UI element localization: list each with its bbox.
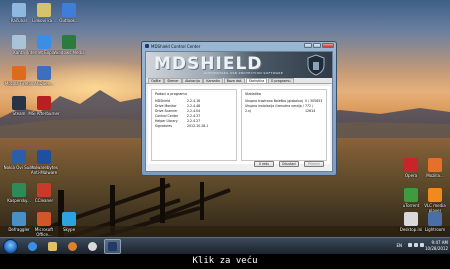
tab[interactable]: Baza dat.	[223, 78, 246, 83]
button-row: U redu Odustani Primeni	[146, 161, 332, 167]
desktop-icon-label: Mozilla...	[426, 173, 444, 178]
taskbar-app[interactable]	[84, 239, 101, 254]
cancel-button[interactable]: Odustani	[279, 161, 299, 167]
app-shortcut-icon	[12, 96, 26, 110]
info-key: Ukupno instalacija (trenutna verzija / 2…	[245, 104, 304, 113]
taskbar-explorer[interactable]	[44, 239, 61, 254]
tray-volume-icon[interactable]	[420, 243, 424, 247]
app-shortcut-icon	[37, 212, 51, 226]
desktop-icon-label: ACDSee...	[34, 81, 54, 86]
banner: MDSHIELD AUTOMATSKA USB PROTECTION SOFTW…	[146, 52, 332, 78]
statistics-pane: Statistika Ukupno trostrano Baleško (glo…	[241, 89, 327, 161]
app-shortcut-icon	[12, 66, 26, 80]
info-row: Ukupno instalacija (trenutna verzija / 2…	[245, 104, 323, 114]
app-shortcut-icon	[62, 35, 76, 49]
desktop-icon[interactable]: Windows Media	[52, 35, 86, 55]
window-controls	[304, 43, 334, 48]
tab[interactable]: Karantin	[203, 78, 224, 83]
language-indicator[interactable]: EN	[396, 243, 402, 248]
tab[interactable]: O programu	[267, 78, 294, 83]
desktop-icon-label: MSI Afterburner	[28, 111, 60, 116]
app-shortcut-icon	[404, 188, 418, 202]
app-shortcut-icon	[37, 183, 51, 197]
app-shortcut-icon	[404, 212, 418, 226]
app-shortcut-icon	[12, 35, 26, 49]
desktop-icon[interactable]: ACDSee...	[27, 66, 61, 86]
tray-flag-icon[interactable]	[408, 243, 412, 247]
app-shortcut-icon	[37, 35, 51, 49]
maximize-button[interactable]	[313, 43, 321, 48]
tab-strip: Opšte Skener Alokacija Karantin Baza dat. Sta…	[146, 78, 332, 84]
content-panes: Podaci o programu MDShield 2.2.4.16 Drive …	[148, 86, 330, 164]
minimize-button[interactable]	[304, 43, 312, 48]
desktop-icon[interactable]: MSI Afterburner	[27, 96, 61, 116]
image-caption[interactable]: Klik za veću	[0, 254, 450, 269]
program-info-pane: Podaci o programu MDShield 2.2.4.16 Drive …	[151, 89, 237, 161]
app-shortcut-icon	[37, 96, 51, 110]
mdshield-window: MDShield Control Center MDSHIELD AUTOMAT…	[141, 41, 337, 176]
folder-icon	[48, 242, 57, 251]
tab[interactable]: Skener	[164, 78, 182, 83]
info-value: 772 / 12614	[305, 104, 316, 113]
desktop-icon-label: CCleaner	[34, 198, 54, 203]
app-shortcut-icon	[62, 212, 76, 226]
desktop-icon[interactable]: CCleaner	[27, 183, 61, 203]
desktop-icon[interactable]: Outlook...	[52, 3, 86, 23]
desktop-icon[interactable]: Skype	[52, 212, 86, 232]
app-shortcut-icon	[12, 3, 26, 17]
app-shortcut-icon	[12, 212, 26, 226]
info-value: 2012.10.28.1	[187, 124, 209, 128]
desktop: Računar Linkovi ka... Outlook... Kanta Inter…	[0, 0, 450, 254]
taskbar-ie[interactable]	[24, 239, 41, 254]
app-shortcut-icon	[12, 183, 26, 197]
system-tray	[408, 243, 424, 247]
desktop-icon[interactable]: Mozilla...	[418, 158, 450, 178]
app-shortcut-icon	[37, 150, 51, 164]
ok-button[interactable]: U redu	[254, 161, 274, 167]
app-shortcut-icon	[428, 158, 442, 172]
app-shortcut-icon	[428, 212, 442, 226]
desktop-icon[interactable]: Malwarebytes Anti-Malware	[27, 150, 61, 175]
app-shortcut-icon	[37, 3, 51, 17]
desktop-icon-label: Skype	[62, 227, 76, 232]
app-shortcut-icon	[12, 150, 26, 164]
tray-network-icon[interactable]	[414, 243, 418, 247]
mdshield-taskbar-icon	[108, 242, 117, 251]
taskbar: EN 9:47 AM 10/28/2012	[0, 237, 450, 254]
tab[interactable]: Statistika	[245, 78, 268, 83]
start-button[interactable]	[3, 239, 18, 254]
info-key: Signatures	[155, 124, 173, 128]
app-shortcut-icon	[428, 188, 442, 202]
taskbar-media[interactable]	[64, 239, 81, 254]
shield-icon	[307, 54, 325, 76]
window-title: MDShield Control Center	[151, 43, 201, 49]
taskbar-mdshield[interactable]	[104, 239, 121, 254]
clock-date: 10/28/2012	[424, 246, 448, 251]
desktop-icon[interactable]: VLC media player	[418, 188, 450, 213]
info-row: Signatures 2012.10.28.1	[155, 124, 233, 129]
apply-button[interactable]: Primeni	[304, 161, 324, 167]
app-shortcut-icon	[37, 66, 51, 80]
desktop-icon-label: Malwarebytes Anti-Malware	[30, 165, 58, 175]
desktop-icon[interactable]: Lightroom	[418, 212, 450, 232]
banner-tagline: AUTOMATSKA USB PROTECTION SOFTWARE	[204, 71, 284, 75]
desktop-icon-label: Lightroom	[424, 227, 446, 232]
app-shortcut-icon	[62, 3, 76, 17]
media-player-icon	[68, 242, 77, 251]
app-icon-2	[88, 242, 97, 251]
app-icon	[145, 44, 149, 48]
internet-explorer-icon	[28, 242, 37, 251]
desktop-icon-label: Outlook...	[59, 18, 79, 23]
app-shortcut-icon	[404, 158, 418, 172]
window-body: MDSHIELD AUTOMATSKA USB PROTECTION SOFTW…	[145, 51, 333, 172]
close-button[interactable]	[322, 43, 334, 48]
clock[interactable]: 9:47 AM 10/28/2012	[425, 240, 448, 252]
tab[interactable]: Opšte	[148, 78, 164, 83]
statistics-title: Statistika	[245, 92, 261, 96]
desktop-icon-label: Windows Media	[53, 50, 85, 55]
tab[interactable]: Alokacija	[182, 78, 203, 83]
program-info-title: Podaci o programu	[155, 92, 187, 96]
